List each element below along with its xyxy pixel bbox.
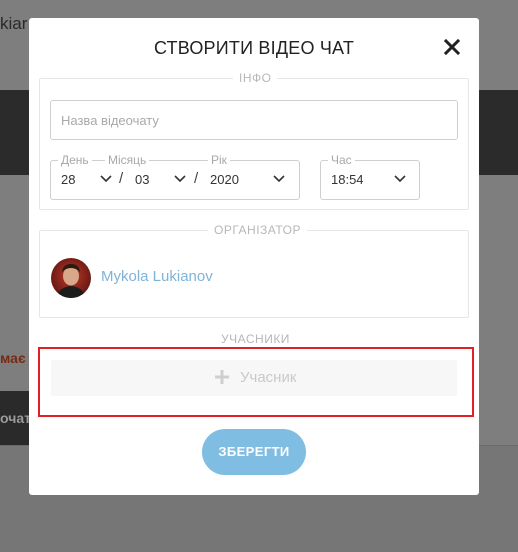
create-video-chat-modal: СТВОРИТИ ВІДЕО ЧАТ ІНФО День Місяць Рік …	[29, 18, 479, 495]
month-label: Місяць	[105, 153, 150, 167]
date-separator: /	[194, 170, 199, 187]
background-button: очат	[0, 391, 32, 445]
organizer-legend: ОРГАНІЗАТОР	[208, 223, 307, 237]
time-label: Час	[328, 153, 355, 167]
info-legend: ІНФО	[233, 71, 278, 85]
avatar	[51, 258, 91, 298]
year-label: Рік	[208, 153, 230, 167]
day-select[interactable]: 28	[61, 172, 75, 187]
background-warning: має	[0, 350, 26, 366]
year-select[interactable]: 2020	[210, 172, 239, 187]
date-separator: /	[119, 170, 124, 187]
background-title: kiar	[0, 14, 28, 33]
close-icon[interactable]	[443, 38, 461, 56]
month-select[interactable]: 03	[135, 172, 149, 187]
modal-title: СТВОРИТИ ВІДЕО ЧАТ	[153, 38, 355, 58]
organizer-name[interactable]: Mykola Lukianov	[101, 268, 213, 285]
date-picker: День Місяць Рік 28 / 03 / 2020	[50, 153, 300, 200]
plus-icon	[215, 370, 229, 384]
chevron-down-icon[interactable]	[394, 175, 406, 183]
chat-name-input[interactable]	[50, 100, 458, 140]
time-select[interactable]: 18:54	[331, 172, 364, 187]
info-section: ІНФО День Місяць Рік 28 / 03 / 2020 Час …	[39, 71, 469, 210]
time-picker: Час 18:54	[320, 153, 420, 200]
add-participant-label: Учасник	[240, 369, 297, 386]
chevron-down-icon[interactable]	[273, 175, 285, 183]
participants-legend: УЧАСНИКИ	[215, 332, 296, 346]
chevron-down-icon[interactable]	[100, 175, 112, 183]
add-participant-button[interactable]: Учасник	[51, 360, 457, 396]
chevron-down-icon[interactable]	[174, 175, 186, 183]
organizer-section: ОРГАНІЗАТОР Mykola Lukianov	[39, 223, 469, 318]
day-label: День	[58, 153, 92, 167]
save-button[interactable]: ЗБЕРЕГТИ	[202, 429, 306, 475]
